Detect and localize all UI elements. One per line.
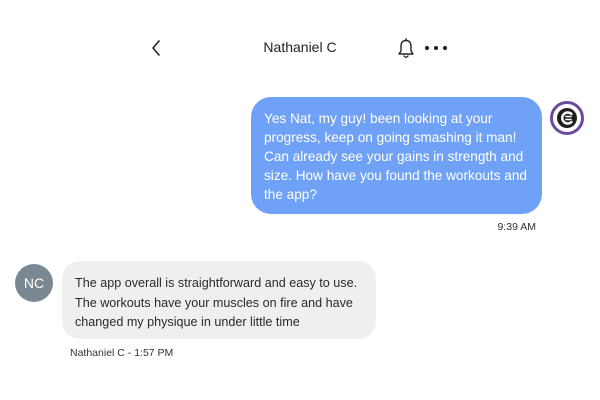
bell-icon — [398, 38, 414, 58]
back-button[interactable] — [146, 36, 166, 60]
chat-screen: Nathaniel C Yes Nat, my guy! been lookin… — [0, 0, 600, 400]
contact-avatar[interactable]: NC — [15, 264, 53, 302]
sender-avatar[interactable] — [550, 101, 584, 135]
more-options-button[interactable] — [425, 40, 447, 56]
notifications-button[interactable] — [397, 38, 415, 60]
more-horizontal-icon — [443, 46, 447, 50]
incoming-message-bubble[interactable]: The app overall is straightforward and e… — [62, 261, 376, 339]
conversation-title: Nathaniel C — [263, 39, 337, 55]
more-horizontal-icon — [434, 46, 438, 50]
brand-logo-icon — [557, 108, 577, 128]
more-horizontal-icon — [425, 46, 429, 50]
message-sender-time: Nathaniel C - 1:57 PM — [70, 347, 174, 359]
chat-header: Nathaniel C — [0, 0, 600, 95]
chevron-left-icon — [152, 40, 160, 56]
message-timestamp: 9:39 AM — [497, 221, 536, 233]
outgoing-message-bubble[interactable]: Yes Nat, my guy! been looking at your pr… — [251, 97, 542, 214]
